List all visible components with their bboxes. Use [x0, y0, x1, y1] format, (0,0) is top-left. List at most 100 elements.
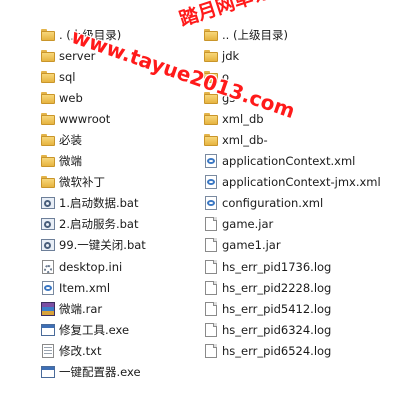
file-name: web — [59, 90, 83, 105]
file-icon — [203, 301, 219, 317]
xml-file-icon — [40, 280, 56, 296]
folder-icon — [203, 48, 219, 64]
file-name: applicationContext-jmx.xml — [222, 175, 381, 190]
file-icon — [203, 237, 219, 253]
file-item[interactable]: 99.一键关闭.bat — [40, 235, 146, 256]
file-item[interactable]: o — [203, 66, 381, 87]
file-name: desktop.ini — [59, 259, 123, 274]
file-item[interactable]: gs — [203, 87, 381, 108]
file-name: hs_err_pid6324.log — [222, 322, 332, 337]
file-item[interactable]: Item.xml — [40, 277, 146, 298]
file-item[interactable]: game1.jar — [203, 235, 381, 256]
file-name: hs_err_pid1736.log — [222, 259, 332, 274]
file-name: hs_err_pid5412.log — [222, 301, 332, 316]
file-item[interactable]: 微软补丁 — [40, 172, 146, 193]
folder-icon — [40, 174, 56, 190]
file-item[interactable]: xml_db- — [203, 129, 381, 150]
file-name: sql — [59, 69, 76, 84]
folder-icon — [40, 153, 56, 169]
batch-file-icon — [40, 237, 56, 253]
file-item[interactable]: server — [40, 45, 146, 66]
file-name: 微端 — [59, 154, 82, 169]
archive-icon — [40, 301, 56, 317]
file-item[interactable]: 微端.rar — [40, 298, 146, 319]
file-name: 微端.rar — [59, 301, 103, 316]
file-name: .. (上级目录) — [222, 27, 288, 42]
file-item[interactable]: wwwroot — [40, 108, 146, 129]
file-item[interactable]: configuration.xml — [203, 193, 381, 214]
folder-icon — [40, 132, 56, 148]
file-column-right: .. (上级目录) jdk o gs xml_db xml_db-applicationC… — [203, 24, 381, 362]
file-item[interactable]: applicationContext-jmx.xml — [203, 172, 381, 193]
batch-file-icon — [40, 195, 56, 211]
folder-icon — [203, 27, 219, 43]
application-icon — [40, 322, 56, 338]
file-item[interactable]: hs_err_pid6324.log — [203, 319, 381, 340]
xml-file-icon — [203, 174, 219, 190]
folder-icon — [203, 132, 219, 148]
file-name: xml_db — [222, 111, 264, 126]
file-item[interactable]: xml_db — [203, 108, 381, 129]
file-name: jdk — [222, 48, 240, 63]
file-name: game1.jar — [222, 238, 281, 253]
xml-file-icon — [203, 195, 219, 211]
folder-icon — [203, 69, 219, 85]
file-name: xml_db- — [222, 133, 268, 148]
file-name: hs_err_pid2228.log — [222, 280, 332, 295]
file-icon — [203, 280, 219, 296]
file-item[interactable]: 修改.txt — [40, 340, 146, 361]
file-item[interactable]: . (上级目录) — [40, 24, 146, 45]
folder-icon — [40, 69, 56, 85]
file-item[interactable]: 一键配置器.exe — [40, 362, 146, 383]
file-item[interactable]: hs_err_pid1736.log — [203, 256, 381, 277]
file-item[interactable]: 2.启动服务.bat — [40, 214, 146, 235]
file-item[interactable]: sql — [40, 66, 146, 87]
file-name: 一键配置器.exe — [59, 365, 141, 380]
file-icon — [203, 259, 219, 275]
file-item[interactable]: 1.启动数据.bat — [40, 193, 146, 214]
file-name: o — [222, 69, 230, 84]
file-name: 修复工具.exe — [59, 322, 130, 337]
batch-file-icon — [40, 216, 56, 232]
file-item[interactable]: .. (上级目录) — [203, 24, 381, 45]
file-icon — [203, 343, 219, 359]
file-item[interactable]: web — [40, 87, 146, 108]
folder-icon — [40, 111, 56, 127]
file-item[interactable]: hs_err_pid2228.log — [203, 277, 381, 298]
file-name: . (上级目录) — [59, 27, 122, 42]
file-name: server — [59, 48, 96, 63]
file-item[interactable]: game.jar — [203, 214, 381, 235]
folder-icon — [203, 111, 219, 127]
file-item[interactable]: desktop.ini — [40, 256, 146, 277]
file-name: 1.启动数据.bat — [59, 196, 139, 211]
file-name: wwwroot — [59, 111, 111, 126]
file-icon — [203, 216, 219, 232]
settings-file-icon — [40, 259, 56, 275]
file-name: configuration.xml — [222, 196, 324, 211]
file-list: . (上级目录) server sql web wwwroot 必装微端微软补丁 1.启动数… — [0, 0, 400, 400]
application-icon — [40, 364, 56, 380]
file-name: Item.xml — [59, 280, 111, 295]
text-file-icon — [40, 343, 56, 359]
file-item[interactable]: hs_err_pid5412.log — [203, 298, 381, 319]
file-name: applicationContext.xml — [222, 154, 356, 169]
file-name: game.jar — [222, 217, 274, 232]
xml-file-icon — [203, 153, 219, 169]
file-item[interactable]: jdk — [203, 45, 381, 66]
file-name: 99.一键关闭.bat — [59, 238, 146, 253]
file-name: 修改.txt — [59, 343, 102, 358]
file-item[interactable]: 修复工具.exe — [40, 319, 146, 340]
file-name: 微软补丁 — [59, 175, 105, 190]
folder-icon — [203, 90, 219, 106]
folder-icon — [40, 90, 56, 106]
file-column-left: . (上级目录) server sql web wwwroot 必装微端微软补丁 1.启动数… — [40, 24, 146, 383]
file-item[interactable]: applicationContext.xml — [203, 151, 381, 172]
file-item[interactable]: 微端 — [40, 151, 146, 172]
file-item[interactable]: hs_err_pid6524.log — [203, 340, 381, 361]
file-name: hs_err_pid6524.log — [222, 343, 332, 358]
folder-icon — [40, 48, 56, 64]
file-item[interactable]: 必装 — [40, 129, 146, 150]
file-name: gs — [222, 90, 236, 105]
file-name: 必装 — [59, 133, 82, 148]
folder-icon — [40, 27, 56, 43]
